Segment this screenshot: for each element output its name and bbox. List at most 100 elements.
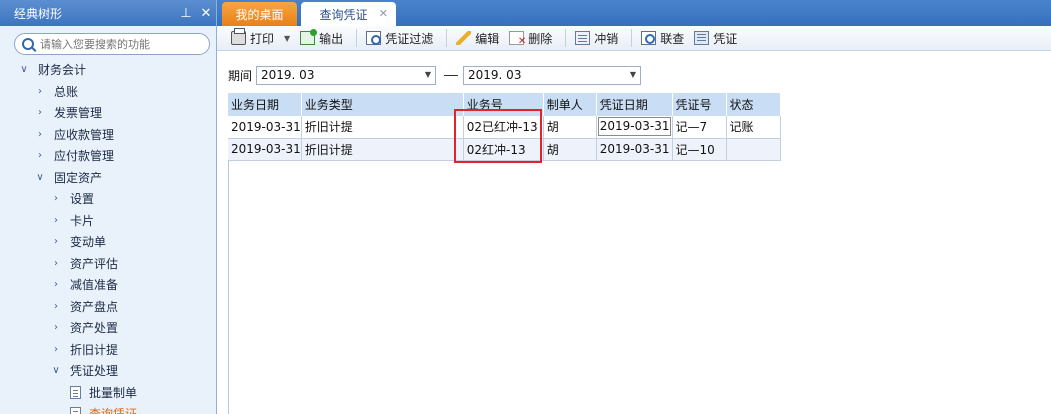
cell-voucher-no[interactable]: 记—7 <box>672 116 727 139</box>
toolbar: 打印 ▼ 输出 凭证过滤 编辑 删除 冲销 联查 <box>217 26 1051 51</box>
col-header[interactable]: 业务日期 <box>228 93 302 116</box>
chevron-down-icon[interactable]: ▼ <box>284 34 290 43</box>
sidebar-item-yingfu[interactable]: › 应付款管理 <box>0 145 216 167</box>
period-filter: 期间 2019. 03 ▼ 2019. 03 ▼ <box>228 64 642 86</box>
sidebar-item-biandong[interactable]: › 变动单 <box>0 231 216 253</box>
document-icon <box>70 385 81 399</box>
sidebar-item-piliang[interactable]: 批量制单 <box>0 382 216 404</box>
tab-close-icon[interactable]: ✕ <box>379 7 388 20</box>
cell-business-date[interactable]: 2019-03-31 <box>228 116 302 139</box>
cell-status[interactable] <box>726 138 781 161</box>
cell-business-no[interactable]: 02已红冲-13 <box>463 116 544 139</box>
sidebar-item-pinggu[interactable]: › 资产评估 <box>0 253 216 275</box>
col-header[interactable]: 状态 <box>726 93 781 116</box>
chevron-right-icon[interactable]: › <box>50 193 62 204</box>
print-button[interactable]: 打印 ▼ <box>228 28 293 48</box>
col-header[interactable]: 凭证号 <box>672 93 727 116</box>
sidebar-item-fapiao[interactable]: › 发票管理 <box>0 102 216 124</box>
sidebar-item-chaxun[interactable]: 查询凭证 <box>0 403 216 414</box>
sidebar-item-caiwu[interactable]: ∨ 财务会计 <box>0 59 216 81</box>
chevron-right-icon[interactable]: › <box>50 279 62 290</box>
chevron-right-icon[interactable]: › <box>50 236 62 247</box>
cell-status[interactable]: 记账 <box>726 116 781 139</box>
col-header[interactable]: 制单人 <box>543 93 597 116</box>
sidebar-item-pandian[interactable]: › 资产盘点 <box>0 296 216 318</box>
chevron-down-icon[interactable]: ▼ <box>425 70 431 79</box>
sidebar-item-guding[interactable]: ∨ 固定资产 <box>0 167 216 189</box>
chevron-right-icon[interactable]: › <box>50 215 62 226</box>
edit-label: 编辑 <box>475 31 500 46</box>
cell-business-type[interactable]: 折旧计提 <box>301 116 464 139</box>
function-search-box[interactable] <box>14 33 210 55</box>
cell-creator[interactable]: 胡 <box>543 138 597 161</box>
sidebar-item-pingzheng[interactable]: ∨ 凭证处理 <box>0 360 216 382</box>
chevron-right-icon[interactable]: › <box>50 258 62 269</box>
tab-query-voucher[interactable]: 查询凭证 ✕ <box>301 2 396 26</box>
chevron-right-icon[interactable]: › <box>50 344 62 355</box>
sidebar-item-shezhi[interactable]: › 设置 <box>0 188 216 210</box>
cell-creator[interactable]: 胡 <box>543 116 597 139</box>
sidebar-item-label: 资产盘点 <box>70 299 119 314</box>
chevron-right-icon[interactable]: › <box>34 150 46 161</box>
period-from-select[interactable]: 2019. 03 ▼ <box>256 65 437 85</box>
close-icon[interactable]: ✕ <box>196 6 216 21</box>
tab-label: 查询凭证 <box>319 7 368 22</box>
chevron-down-icon[interactable]: ∨ <box>50 365 62 376</box>
cell-business-date[interactable]: 2019-03-31 <box>228 138 302 161</box>
function-search-input[interactable] <box>39 37 209 51</box>
pin-icon[interactable]: ⊥ <box>176 6 196 21</box>
cell-business-no[interactable]: 02红冲-13 <box>463 138 544 161</box>
col-header[interactable]: 业务号 <box>463 93 544 116</box>
search-icon <box>22 38 34 50</box>
lookup-button[interactable]: 联查 <box>638 28 687 48</box>
navigation-sidebar: 经典树形 ⊥ ✕ ∨ 财务会计 › 总账 › 发票管理 › 应收款管理 › 应付款管理 ∨ 固定资产 ›… <box>0 0 217 414</box>
cell-voucher-no[interactable]: 记—10 <box>672 138 727 161</box>
sidebar-item-chuzhi[interactable]: › 资产处置 <box>0 317 216 339</box>
export-button[interactable]: 输出 <box>297 28 346 48</box>
col-header[interactable]: 业务类型 <box>301 93 464 116</box>
sidebar-item-yingshou[interactable]: › 应收款管理 <box>0 124 216 146</box>
sidebar-item-label: 设置 <box>70 192 95 207</box>
reverse-icon <box>575 31 591 45</box>
sidebar-item-label: 查询凭证 <box>89 405 137 414</box>
sidebar-item-label: 批量制单 <box>89 385 138 400</box>
chevron-right-icon[interactable]: › <box>50 322 62 333</box>
table-row[interactable]: 2019-03-31 折旧计提 02已红冲-13 胡 2019-03-31 记—… <box>228 116 781 139</box>
sidebar-header: 经典树形 ⊥ ✕ <box>0 0 216 26</box>
reverse-button[interactable]: 冲销 <box>572 28 621 48</box>
voucher-date-editor[interactable]: 2019-03-31 <box>597 117 671 137</box>
cell-voucher-date[interactable]: 2019-03-31 <box>596 116 673 139</box>
sidebar-item-zhejiu[interactable]: › 折旧计提 <box>0 339 216 361</box>
sidebar-item-label: 总账 <box>54 84 79 99</box>
chevron-right-icon[interactable]: › <box>50 301 62 312</box>
chevron-right-icon[interactable]: › <box>34 86 46 97</box>
period-to-select[interactable]: 2019. 03 ▼ <box>463 65 642 85</box>
chevron-down-icon[interactable]: ∨ <box>18 64 30 75</box>
sidebar-item-kapian[interactable]: › 卡片 <box>0 210 216 232</box>
voucher-icon <box>694 31 710 45</box>
voucher-filter-button[interactable]: 凭证过滤 <box>363 28 436 48</box>
sidebar-item-zongzhang[interactable]: › 总账 <box>0 81 216 103</box>
edit-button[interactable]: 编辑 <box>453 28 502 48</box>
chevron-right-icon[interactable]: › <box>34 129 46 140</box>
sidebar-item-label: 折旧计提 <box>70 342 119 357</box>
cell-voucher-date[interactable]: 2019-03-31 <box>596 138 673 161</box>
col-header[interactable]: 凭证日期 <box>596 93 673 116</box>
chevron-down-icon[interactable]: ▼ <box>630 70 636 79</box>
chevron-down-icon[interactable]: ∨ <box>34 172 46 183</box>
delete-button[interactable]: 删除 <box>506 28 555 48</box>
sidebar-item-label: 凭证处理 <box>70 364 119 379</box>
tab-my-desktop[interactable]: 我的桌面 <box>222 2 297 26</box>
period-label: 期间 <box>228 68 253 83</box>
sidebar-item-label: 减值准备 <box>70 278 119 293</box>
table-row[interactable]: 2019-03-31 折旧计提 02红冲-13 胡 2019-03-31 记—1… <box>228 138 781 161</box>
voucher-button[interactable]: 凭证 <box>691 28 740 48</box>
cell-business-type[interactable]: 折旧计提 <box>301 138 464 161</box>
delete-icon <box>509 31 526 47</box>
sidebar-item-label: 发票管理 <box>54 106 103 121</box>
voucher-label: 凭证 <box>713 31 738 46</box>
filter-search-icon <box>366 31 382 45</box>
sidebar-item-jianzhi[interactable]: › 减值准备 <box>0 274 216 296</box>
chevron-right-icon[interactable]: › <box>34 107 46 118</box>
sidebar-title: 经典树形 <box>14 6 63 21</box>
